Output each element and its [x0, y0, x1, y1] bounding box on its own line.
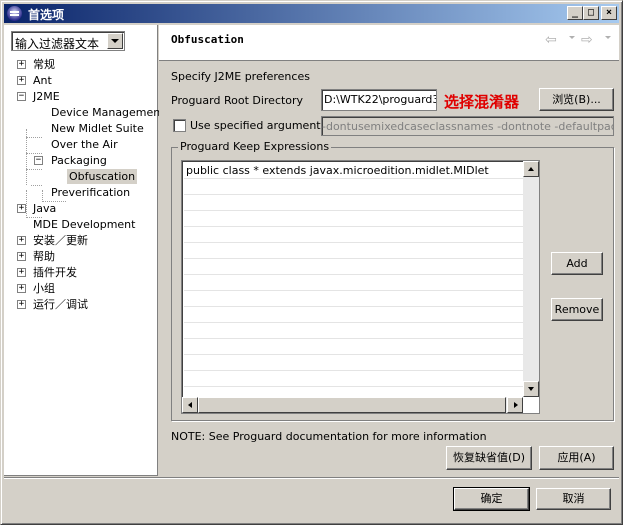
list-item [184, 211, 539, 227]
list-item [184, 195, 539, 211]
arguments-value: -dontusemixedcaseclassnames -dontnote -d… [322, 120, 613, 133]
forward-history-dropdown-icon[interactable] [605, 36, 611, 39]
ok-button[interactable]: 确定 [453, 487, 530, 511]
list-item [184, 371, 539, 387]
tree-expander[interactable]: − [17, 92, 26, 101]
filter-input[interactable]: 输入过滤器文本 [15, 35, 99, 52]
tree-item-label[interactable]: New Midlet Suite [49, 121, 146, 136]
tree-item-label[interactable]: 插件开发 [31, 265, 79, 280]
scroll-down-button[interactable] [523, 381, 539, 397]
tree-expander[interactable]: + [17, 284, 26, 293]
use-arguments-label[interactable]: Use specified arguments: [190, 119, 330, 132]
tree-item-label[interactable]: 安装／更新 [31, 233, 90, 248]
scroll-up-button[interactable] [523, 161, 539, 177]
list-item[interactable]: public class * extends javax.microeditio… [184, 163, 539, 179]
tree-item-label[interactable]: 常规 [31, 57, 57, 72]
tree-item-label[interactable]: J2ME [31, 89, 62, 104]
tree-item-label[interactable]: Obfuscation [67, 169, 138, 184]
list-item [184, 307, 539, 323]
select-obfuscator-annotation: 选择混淆器 [444, 93, 520, 111]
bottom-separator [4, 477, 619, 479]
vertical-scrollbar[interactable] [523, 161, 539, 397]
page-header: Obfuscation ⇦ ⇨ [159, 25, 619, 61]
list-item [184, 291, 539, 307]
use-arguments-checkbox[interactable] [173, 119, 186, 132]
preferences-tree-pane: 输入过滤器文本 + 常规 + Ant − J2ME Device Managem… [4, 25, 165, 476]
tree-item-label[interactable]: 小组 [31, 281, 57, 296]
keep-expressions-group: Proguard Keep Expressions public class *… [171, 140, 614, 421]
tree-expander[interactable]: + [17, 204, 26, 213]
scroll-right-button[interactable] [507, 397, 523, 413]
tree-expander[interactable]: + [17, 300, 26, 309]
list-item [184, 339, 539, 355]
tree-item-label[interactable]: Over the Air [49, 137, 120, 152]
tree-expander[interactable]: + [17, 252, 26, 261]
keep-expressions-list[interactable]: public class * extends javax.microeditio… [181, 160, 540, 414]
root-directory-value: D:\WTK22\proguard3.5 [324, 93, 436, 106]
tree-expander[interactable]: + [17, 76, 26, 85]
add-button[interactable]: Add [551, 252, 603, 275]
filter-combobox[interactable]: 输入过滤器文本 [11, 31, 125, 51]
tree-item-label[interactable]: Ant [31, 73, 54, 88]
tree-expander[interactable]: + [17, 236, 26, 245]
list-item [184, 259, 539, 275]
root-directory-label: Proguard Root Directory [171, 94, 304, 107]
tree-expander[interactable]: + [17, 60, 26, 69]
tree-item-label[interactable]: Packaging [49, 153, 109, 168]
restore-defaults-button[interactable]: 恢复缺省值(D) [446, 446, 532, 470]
preferences-window: 首选项 _ □ × 输入过滤器文本 + 常规 + Ant − J2ME Devi… [0, 0, 623, 525]
eclipse-icon [7, 6, 22, 21]
browse-button[interactable]: 浏览(B)... [539, 88, 614, 111]
tree-item-label[interactable]: 帮助 [31, 249, 57, 264]
tree-item-label[interactable]: 运行／调试 [31, 297, 90, 312]
page-title: Obfuscation [171, 33, 244, 46]
filter-dropdown-button[interactable] [107, 33, 123, 49]
maximize-button[interactable]: □ [583, 6, 599, 20]
remove-button[interactable]: Remove [551, 298, 603, 321]
title-bar[interactable]: 首选项 _ □ × [4, 4, 619, 23]
tree-connector [31, 185, 42, 186]
arguments-input[interactable]: -dontusemixedcaseclassnames -dontnote -d… [321, 116, 614, 136]
tree-item-label[interactable]: Device Management [49, 105, 167, 120]
tree-connector [26, 153, 42, 154]
proguard-note: NOTE: See Proguard documentation for mor… [171, 430, 487, 443]
tree-connector [26, 137, 42, 138]
tree-expander[interactable]: − [34, 156, 43, 165]
horizontal-scroll-thumb[interactable] [198, 397, 506, 413]
list-item [184, 275, 539, 291]
list-item [184, 323, 539, 339]
forward-arrow-icon[interactable]: ⇨ [581, 33, 599, 47]
tree-connector [26, 169, 42, 170]
tree-connector [26, 190, 27, 218]
preference-page: Obfuscation ⇦ ⇨ Specify J2ME preferences… [159, 25, 619, 476]
tree-item-label[interactable]: Java [31, 201, 58, 216]
keep-expression-text: public class * extends javax.microeditio… [186, 164, 489, 177]
list-item [184, 179, 539, 195]
tree-expander[interactable]: + [17, 268, 26, 277]
back-arrow-icon[interactable]: ⇦ [545, 33, 563, 47]
list-item [184, 227, 539, 243]
page-description: Specify J2ME preferences [171, 70, 310, 83]
window-title: 首选项 [28, 8, 65, 22]
cancel-button[interactable]: 取消 [536, 488, 611, 510]
apply-button[interactable]: 应用(A) [539, 446, 614, 470]
list-item [184, 243, 539, 259]
close-button[interactable]: × [601, 6, 617, 20]
list-item [184, 355, 539, 371]
minimize-button[interactable]: _ [567, 6, 583, 20]
tree-item-label[interactable]: Preverification [49, 185, 132, 200]
horizontal-scrollbar[interactable] [182, 397, 523, 413]
root-directory-input[interactable]: D:\WTK22\proguard3.5 [321, 89, 437, 111]
back-history-dropdown-icon[interactable] [569, 36, 575, 39]
scroll-left-button[interactable] [182, 397, 198, 413]
keep-expressions-group-title: Proguard Keep Expressions [178, 140, 332, 153]
tree-item-label[interactable]: MDE Development [31, 217, 137, 232]
